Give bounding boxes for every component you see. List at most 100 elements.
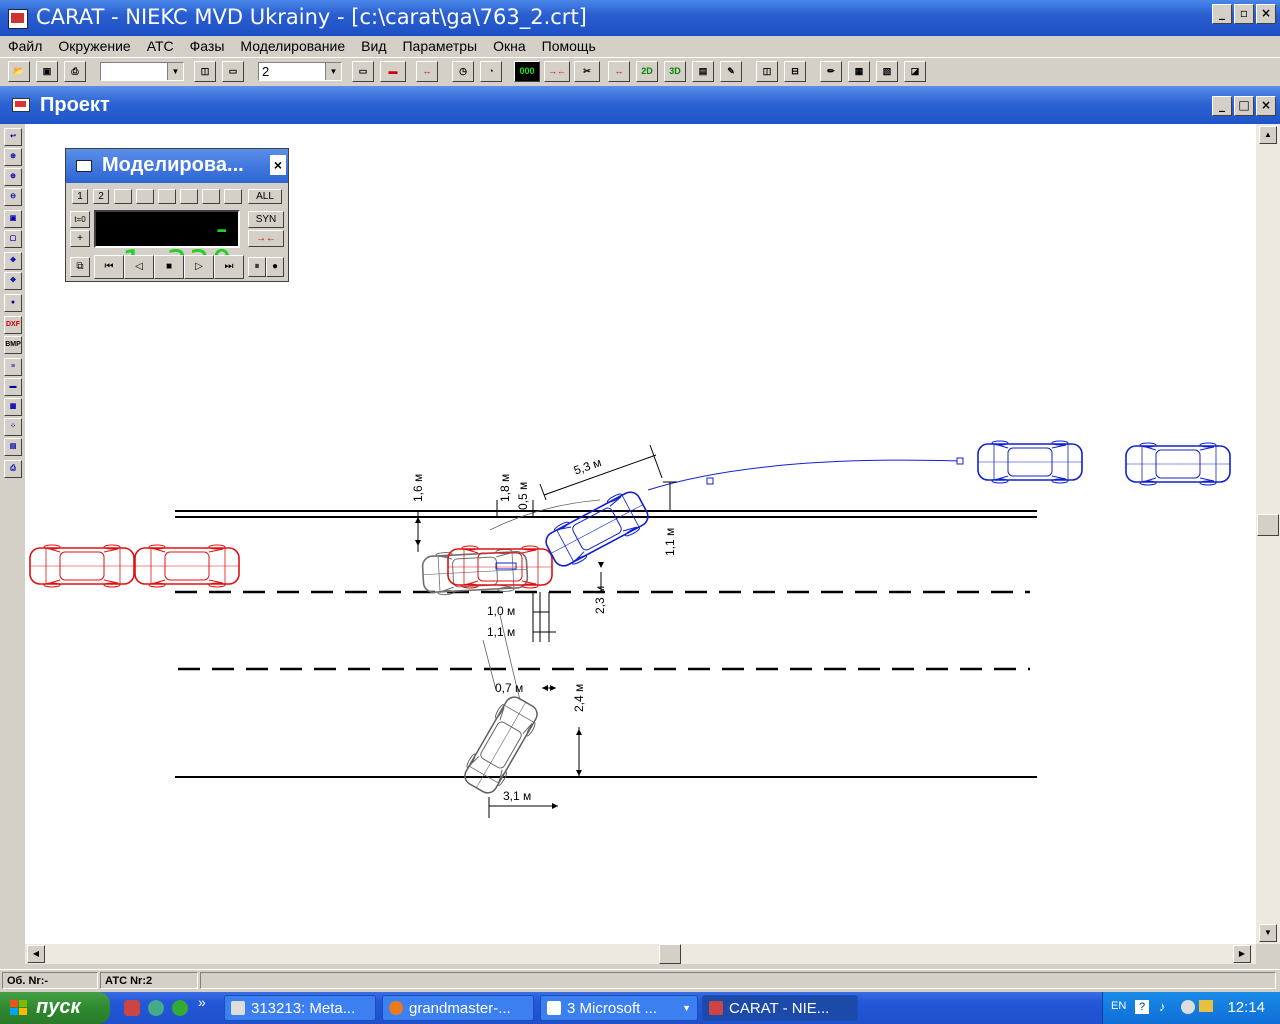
simulation-panel-titlebar[interactable]: Моделирова... × <box>66 149 288 183</box>
zoom-extents-icon[interactable]: ▢ <box>4 230 22 248</box>
quicklaunch-browser-icon[interactable] <box>148 1000 164 1016</box>
frame-icon[interactable]: ▭ <box>352 61 374 82</box>
stop-button[interactable]: ■ <box>154 255 184 279</box>
vehicle-slot-button[interactable] <box>224 189 242 204</box>
vehicle-slot-button[interactable] <box>114 189 132 204</box>
restore-button[interactable]: ▫ <box>1234 4 1254 24</box>
grid-dots-icon[interactable]: ⁘ <box>4 418 22 436</box>
menu-vehicles[interactable]: АТС <box>139 36 182 57</box>
zoom-icon[interactable]: ⊕ <box>4 148 22 166</box>
table-icon[interactable]: ▤ <box>692 61 714 82</box>
gray-vehicle-rest[interactable] <box>458 691 544 799</box>
blue-vehicle-collision[interactable] <box>540 485 654 573</box>
trajectory-point[interactable] <box>706 477 714 485</box>
counter-icon[interactable]: 000 <box>514 61 540 82</box>
measure-icon[interactable]: ↔ <box>608 61 630 82</box>
menu-view[interactable]: Вид <box>353 36 394 57</box>
first-frame-button[interactable]: ⏮ <box>94 255 124 279</box>
split-horizontal-icon[interactable]: ⊟ <box>784 61 806 82</box>
film-icon[interactable]: ▬ <box>4 378 22 396</box>
menu-help[interactable]: Помощь <box>534 36 604 57</box>
vehicle-slot-button[interactable] <box>158 189 176 204</box>
menu-phases[interactable]: Фазы <box>182 36 233 57</box>
zoom-in-icon[interactable]: ⊕ <box>4 168 22 186</box>
plus-button[interactable]: + <box>70 230 90 247</box>
move-icon[interactable]: ✥ <box>4 252 22 270</box>
vehicle-combo[interactable]: 2 ▼ <box>258 62 342 81</box>
child-minimize-button[interactable]: _ <box>1212 96 1232 116</box>
minimize-button[interactable]: _ <box>1212 4 1232 24</box>
trajectory-point[interactable] <box>956 457 964 465</box>
vehicle-2-button[interactable]: 2 <box>93 189 109 204</box>
quicklaunch-media-icon[interactable] <box>172 1000 188 1016</box>
back-arrow-icon[interactable] <box>1181 1000 1195 1014</box>
view-3d-button[interactable]: 3D <box>664 61 686 82</box>
split-vertical-icon[interactable]: ◫ <box>756 61 778 82</box>
bmp-button[interactable]: BMP <box>4 336 22 354</box>
environment-icon[interactable]: ◫ <box>194 61 216 82</box>
start-button[interactable]: пуск <box>0 992 110 1024</box>
play-button[interactable]: ▷ <box>184 255 214 279</box>
menu-file[interactable]: Файл <box>0 36 50 57</box>
reset-time-button[interactable]: t=0 <box>70 211 90 228</box>
child-maximize-button[interactable]: □ <box>1234 96 1254 116</box>
eraser-icon[interactable]: ◪ <box>904 61 926 82</box>
taskbar-task[interactable]: grandmaster-... <box>382 995 534 1021</box>
zoom-out-icon[interactable]: ⊖ <box>4 188 22 206</box>
menu-environment[interactable]: Окружение <box>50 36 138 57</box>
volume-icon[interactable]: ♪ <box>1159 999 1166 1014</box>
print-icon[interactable]: ⎙ <box>64 61 86 82</box>
quicklaunch-carat-icon[interactable] <box>124 1000 140 1016</box>
scroll-up-arrow[interactable]: ▲ <box>1259 126 1277 144</box>
menu-simulation[interactable]: Моделирование <box>232 36 353 57</box>
car-icon[interactable]: ▬ <box>380 61 406 82</box>
notification-icon[interactable] <box>1199 1000 1213 1012</box>
calculator-icon[interactable]: ▦ <box>848 61 870 82</box>
record-button[interactable]: ● <box>266 257 284 277</box>
point-icon[interactable]: ● <box>4 294 22 312</box>
pause-button[interactable]: ⏸ <box>248 257 266 277</box>
vertical-scrollbar[interactable]: ▲ ▼ <box>1256 124 1280 944</box>
taskbar-task-group[interactable]: 3 Microsoft ... ▼ <box>540 995 698 1021</box>
scroll-down-arrow[interactable]: ▼ <box>1259 924 1277 942</box>
layers-icon[interactable]: ≡ <box>4 358 22 376</box>
tools-icon[interactable]: ✂ <box>574 61 600 82</box>
child-close-button[interactable]: × <box>1256 96 1276 116</box>
scroll-right-arrow[interactable]: ▶ <box>1233 945 1251 963</box>
pencil-icon[interactable]: ✏ <box>820 61 842 82</box>
simulation-panel-close[interactable]: × <box>270 155 286 175</box>
sync-button[interactable]: SYN <box>248 211 284 228</box>
view-2d-button[interactable]: 2D <box>636 61 658 82</box>
blue-vehicle-ghost[interactable] <box>977 440 1083 484</box>
last-frame-button[interactable]: ⏭ <box>214 255 244 279</box>
red-vehicle-ghost[interactable] <box>29 544 135 588</box>
grid-lines-icon[interactable]: ▤ <box>4 438 22 456</box>
taskbar-task[interactable]: 313213: Meta... <box>224 995 376 1021</box>
scroll-left-arrow[interactable]: ◀ <box>27 945 45 963</box>
help-icon[interactable]: ? <box>1135 1000 1149 1014</box>
sync-arrows-button[interactable]: →← <box>248 230 284 247</box>
pan-icon[interactable]: ✥ <box>4 272 22 290</box>
distance-icon[interactable]: ↔ <box>416 61 438 82</box>
copy-icon[interactable]: ⧉ <box>70 257 90 277</box>
timer-icon[interactable]: ◷ <box>452 61 474 82</box>
save-icon[interactable]: ▣ <box>36 61 58 82</box>
vehicle-slot-button[interactable] <box>180 189 198 204</box>
grid-icon[interactable]: ▦ <box>4 398 22 416</box>
horizontal-scroll-thumb[interactable] <box>659 944 681 964</box>
dxf-button[interactable]: DXF <box>4 316 22 334</box>
gray-vehicle-collision[interactable] <box>421 547 529 597</box>
open-icon[interactable]: 📂 <box>8 61 30 82</box>
calc-settings-icon[interactable]: ▧ <box>876 61 898 82</box>
sync-arrows-icon[interactable]: →← <box>544 61 570 82</box>
quicklaunch-more-icon[interactable]: » <box>198 994 206 1010</box>
menu-windows[interactable]: Окна <box>485 36 534 57</box>
vertical-scroll-thumb[interactable] <box>1257 514 1279 536</box>
menu-parameters[interactable]: Параметры <box>394 36 485 57</box>
vehicle-1-button[interactable]: 1 <box>72 189 88 204</box>
edit-icon[interactable]: ✎ <box>720 61 742 82</box>
zoom-window-icon[interactable]: ▣ <box>4 210 22 228</box>
vehicle-slot-button[interactable] <box>136 189 154 204</box>
all-vehicles-button[interactable]: ALL <box>248 189 282 204</box>
shape-icon[interactable]: ▭ <box>222 61 244 82</box>
